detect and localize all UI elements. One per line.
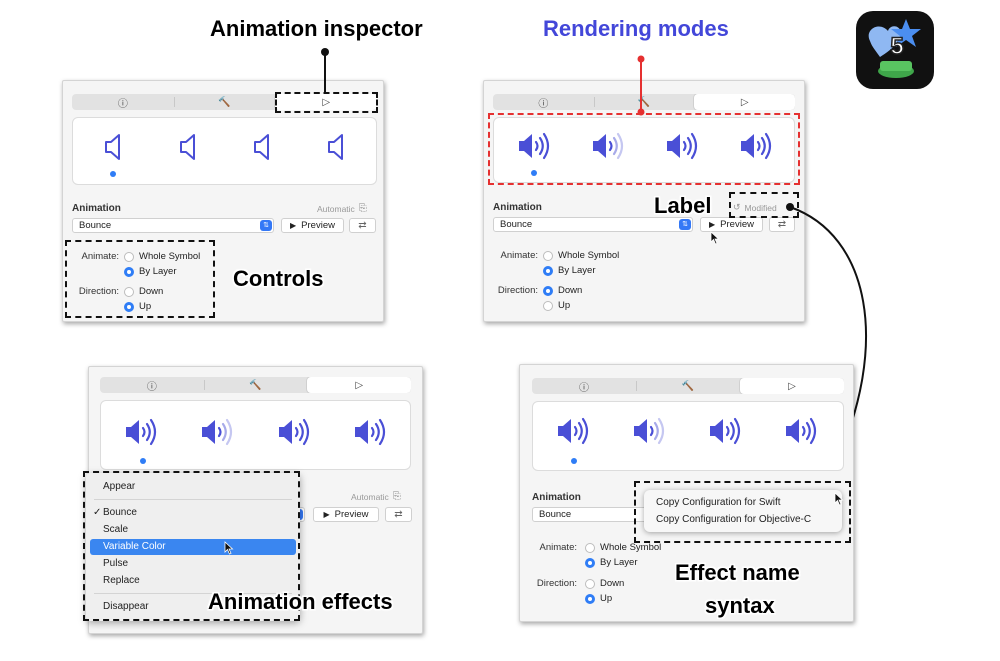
repeat-icon: ⇄ bbox=[358, 220, 367, 231]
animation-section-label: Animation bbox=[532, 492, 581, 503]
direction-label: Direction: bbox=[497, 285, 538, 296]
tab-info[interactable]: ⓘ bbox=[532, 378, 636, 394]
radio-up[interactable]: Up bbox=[585, 593, 612, 604]
tab-info[interactable]: ⓘ bbox=[72, 94, 174, 110]
mouse-cursor-icon bbox=[710, 231, 720, 245]
speaker-wave-icon bbox=[708, 417, 741, 445]
repeat-button[interactable]: ⇄ bbox=[385, 507, 412, 522]
callout-controls: Controls bbox=[233, 266, 324, 291]
hammer-icon: 🔨 bbox=[681, 380, 695, 392]
preview-button[interactable]: ▶ Preview bbox=[281, 218, 344, 233]
sf-symbols-app-icon: 5 bbox=[856, 11, 934, 89]
chevron-updown-icon: ⇅ bbox=[679, 219, 691, 230]
repeat-icon: ⇄ bbox=[394, 509, 403, 520]
symbol-preview bbox=[532, 401, 844, 471]
hammer-icon: 🔨 bbox=[249, 379, 262, 391]
repeat-button[interactable]: ⇄ bbox=[349, 218, 376, 233]
inspector-pointer-line bbox=[321, 48, 329, 94]
speaker-wave-icon bbox=[784, 417, 817, 445]
direction-label: Direction: bbox=[536, 578, 577, 589]
radio-up[interactable]: Up bbox=[543, 300, 570, 311]
app-icon-artwork: 5 bbox=[868, 19, 921, 78]
speaker-wave-icon bbox=[632, 417, 665, 445]
tab-tools[interactable]: 🔨 bbox=[173, 94, 276, 110]
context-menu-highlight bbox=[634, 481, 851, 543]
rendering-pointer-line bbox=[637, 55, 645, 116]
animation-select[interactable]: Bounce ⇅ bbox=[493, 217, 693, 232]
app-icon-badge: 5 bbox=[890, 33, 903, 60]
animate-label: Animate: bbox=[500, 250, 539, 261]
play-icon: ▷ bbox=[788, 380, 796, 392]
radio-whole-symbol[interactable]: Whole Symbol bbox=[585, 542, 661, 553]
symbol-preview bbox=[100, 400, 411, 470]
radio-by-layer[interactable]: By Layer bbox=[585, 557, 638, 568]
callout-label: Label bbox=[654, 193, 712, 218]
rendering-mode-indicator bbox=[110, 171, 116, 177]
preview-button[interactable]: ▶ Preview bbox=[700, 217, 763, 232]
hammer-icon: 🔨 bbox=[218, 96, 231, 108]
play-icon: ▶ bbox=[709, 220, 716, 229]
info-icon: ⓘ bbox=[579, 382, 589, 394]
inspector-tab-bar: ⓘ 🔨 ▷ bbox=[532, 378, 844, 394]
radio-down[interactable]: Down bbox=[585, 578, 624, 589]
tab-tools[interactable]: 🔨 bbox=[203, 377, 308, 393]
rendering-mode-indicator bbox=[571, 458, 577, 464]
speaker-wave-icon bbox=[556, 417, 589, 445]
copy-icon[interactable]: ⎘ bbox=[359, 203, 367, 214]
animation-select[interactable]: Bounce ⇅ bbox=[72, 218, 274, 233]
tab-info[interactable]: ⓘ bbox=[493, 94, 594, 110]
info-icon: ⓘ bbox=[117, 98, 128, 110]
info-icon: ⓘ bbox=[538, 98, 549, 110]
callout-effect-name-line2: syntax bbox=[705, 593, 775, 618]
speaker-icon bbox=[254, 134, 269, 160]
animation-section-label: Animation bbox=[72, 203, 121, 214]
copy-icon[interactable]: ⎘ bbox=[393, 491, 401, 502]
tab-tools[interactable]: 🔨 bbox=[636, 378, 740, 394]
controls-highlight bbox=[65, 240, 215, 318]
radio-down[interactable]: Down bbox=[543, 285, 582, 296]
symbol-preview bbox=[72, 117, 377, 185]
play-icon: ▷ bbox=[740, 96, 749, 108]
rendering-modes-highlight bbox=[488, 113, 800, 185]
callout-effect-name-line1: Effect name bbox=[675, 560, 800, 585]
tab-animation[interactable]: ▷ bbox=[740, 378, 844, 394]
speaker-wave-icon bbox=[124, 418, 157, 446]
callout-animation-inspector: Animation inspector bbox=[210, 16, 423, 41]
speaker-icon bbox=[180, 134, 195, 160]
rendering-mode-indicator bbox=[140, 458, 146, 464]
play-icon: ▶ bbox=[323, 510, 330, 519]
automatic-label: Automatic ⎘ bbox=[351, 491, 401, 502]
play-icon: ▷ bbox=[355, 379, 364, 391]
radio-by-layer[interactable]: By Layer bbox=[543, 265, 596, 276]
tab-animation[interactable]: ▷ bbox=[694, 94, 795, 110]
speaker-wave-icon bbox=[353, 418, 386, 446]
callout-animation-effects: Animation effects bbox=[208, 589, 393, 614]
speaker-wave-icon bbox=[277, 418, 310, 446]
info-icon: ⓘ bbox=[146, 381, 157, 393]
speaker-wave-icon bbox=[200, 418, 233, 446]
radio-whole-symbol[interactable]: Whole Symbol bbox=[543, 250, 619, 261]
animate-label: Animate: bbox=[539, 542, 578, 553]
tab-animation[interactable]: ▷ bbox=[307, 377, 411, 393]
speaker-icon bbox=[328, 134, 343, 160]
automatic-label: Automatic ⎘ bbox=[317, 203, 367, 214]
chevron-updown-icon: ⇅ bbox=[260, 220, 272, 231]
inspector-tab-bar: ⓘ 🔨 ▷ bbox=[100, 377, 411, 393]
preview-button[interactable]: ▶ Preview bbox=[313, 507, 379, 522]
callout-rendering-modes: Rendering modes bbox=[543, 16, 729, 41]
play-icon: ▶ bbox=[290, 221, 297, 230]
speaker-icon bbox=[105, 134, 120, 160]
tab-info[interactable]: ⓘ bbox=[100, 377, 204, 393]
animation-section-label: Animation bbox=[493, 202, 542, 213]
